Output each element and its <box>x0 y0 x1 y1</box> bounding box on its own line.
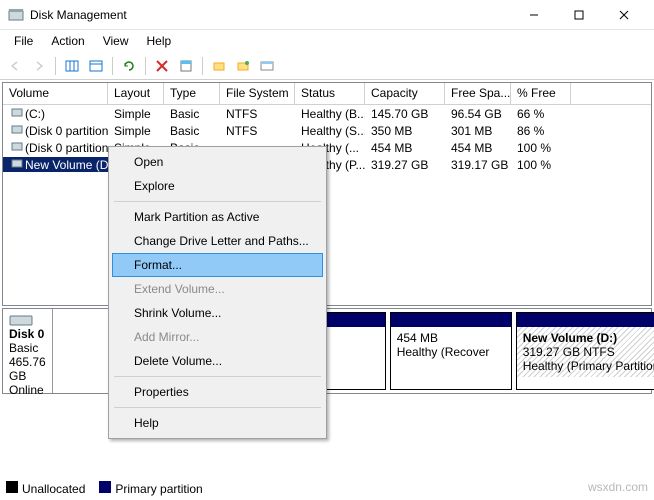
disk-state: Online <box>9 383 46 397</box>
legend-primary: Primary partition <box>115 482 202 496</box>
disk-type: Basic <box>9 341 46 355</box>
disk-header[interactable]: Disk 0 Basic 465.76 GB Online <box>3 309 53 393</box>
minimize-button[interactable] <box>511 1 556 29</box>
menu-delete-volume[interactable]: Delete Volume... <box>112 349 323 373</box>
swatch-unallocated <box>6 481 18 493</box>
menu-open[interactable]: Open <box>112 150 323 174</box>
menu-help[interactable]: Help <box>112 411 323 435</box>
separator <box>114 201 321 202</box>
legend: Unallocated Primary partition <box>6 481 203 496</box>
col-status[interactable]: Status <box>295 83 365 104</box>
table-row[interactable]: (Disk 0 partition 1)SimpleBasicNTFSHealt… <box>3 122 651 139</box>
menu-format[interactable]: Format... <box>112 253 323 277</box>
window-title: Disk Management <box>30 8 511 22</box>
menubar: File Action View Help <box>0 30 654 52</box>
table-row[interactable]: (Disk 0 partition 3)SimpleBasicHealthy (… <box>3 139 651 156</box>
action1-icon[interactable] <box>208 55 230 77</box>
toolbar <box>0 52 654 80</box>
view-icon[interactable] <box>85 55 107 77</box>
menu-help[interactable]: Help <box>139 32 180 50</box>
disk-graphic: Disk 0 Basic 465.76 GB Online sh Dum454 … <box>2 308 652 394</box>
volume-list: Volume Layout Type File System Status Ca… <box>2 82 652 306</box>
separator <box>145 57 146 75</box>
partition-box[interactable]: 454 MBHealthy (Recover <box>390 312 512 390</box>
separator <box>55 57 56 75</box>
col-layout[interactable]: Layout <box>108 83 164 104</box>
separator <box>114 376 321 377</box>
menu-action[interactable]: Action <box>43 32 92 50</box>
col-type[interactable]: Type <box>164 83 220 104</box>
column-headers[interactable]: Volume Layout Type File System Status Ca… <box>3 83 651 105</box>
disk-icon <box>9 313 37 327</box>
menu-explore[interactable]: Explore <box>112 174 323 198</box>
action2-icon[interactable] <box>232 55 254 77</box>
menu-shrink[interactable]: Shrink Volume... <box>112 301 323 325</box>
table-row[interactable]: (C:)SimpleBasicNTFSHealthy (B...145.70 G… <box>3 105 651 122</box>
context-menu: Open Explore Mark Partition as Active Ch… <box>108 146 327 439</box>
forward-icon[interactable] <box>28 55 50 77</box>
separator <box>112 57 113 75</box>
separator <box>202 57 203 75</box>
disk-size: 465.76 GB <box>9 355 46 383</box>
col-fs[interactable]: File System <box>220 83 295 104</box>
columns-icon[interactable] <box>61 55 83 77</box>
menu-mark-active[interactable]: Mark Partition as Active <box>112 205 323 229</box>
delete-icon[interactable] <box>151 55 173 77</box>
table-row[interactable]: New Volume (D:)SimpleBasicNTFSHealthy (P… <box>3 156 651 173</box>
maximize-button[interactable] <box>556 1 601 29</box>
col-capacity[interactable]: Capacity <box>365 83 445 104</box>
refresh-icon[interactable] <box>118 55 140 77</box>
col-volume[interactable]: Volume <box>3 83 108 104</box>
watermark: wsxdn.com <box>588 480 648 494</box>
menu-view[interactable]: View <box>95 32 137 50</box>
partition-box[interactable]: New Volume (D:)319.27 GB NTFSHealthy (Pr… <box>516 312 654 390</box>
properties-icon[interactable] <box>175 55 197 77</box>
app-icon <box>8 7 24 23</box>
menu-file[interactable]: File <box>6 32 41 50</box>
menu-properties[interactable]: Properties <box>112 380 323 404</box>
col-free[interactable]: Free Spa... <box>445 83 511 104</box>
menu-change-letter[interactable]: Change Drive Letter and Paths... <box>112 229 323 253</box>
titlebar: Disk Management <box>0 0 654 30</box>
menu-add-mirror[interactable]: Add Mirror... <box>112 325 323 349</box>
back-icon[interactable] <box>4 55 26 77</box>
legend-unallocated: Unallocated <box>22 482 85 496</box>
swatch-primary <box>99 481 111 493</box>
close-button[interactable] <box>601 1 646 29</box>
action3-icon[interactable] <box>256 55 278 77</box>
menu-extend[interactable]: Extend Volume... <box>112 277 323 301</box>
separator <box>114 407 321 408</box>
disk-title: Disk 0 <box>9 327 46 341</box>
col-pct[interactable]: % Free <box>511 83 571 104</box>
